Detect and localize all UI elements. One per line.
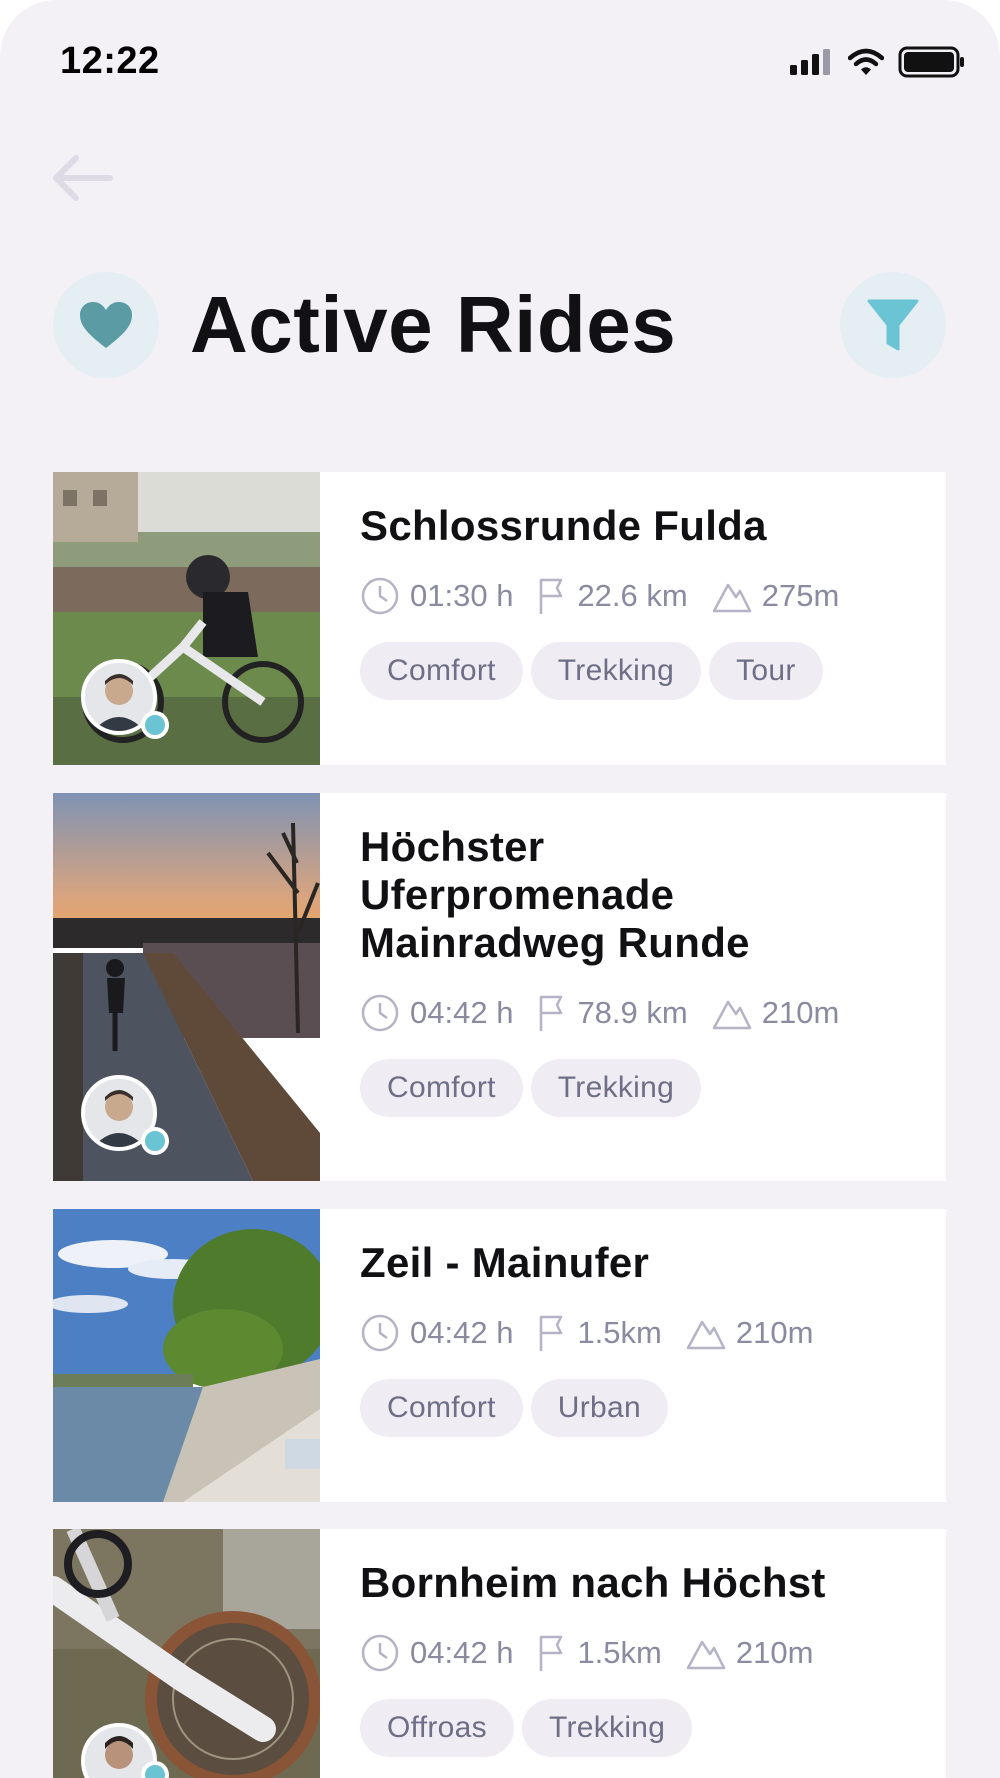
online-status-dot: [141, 711, 169, 739]
flag-icon: [540, 578, 563, 614]
status-icons: [790, 46, 966, 78]
ride-elevation: 210m: [761, 995, 840, 1030]
ride-title: Höchster Uferpromenade Mainradweg Runde: [360, 823, 750, 966]
ride-tags: Offroas Trekking: [360, 1699, 946, 1757]
back-button[interactable]: [46, 142, 118, 214]
ride-photo: [53, 793, 320, 1181]
tag-chip[interactable]: Offroas: [360, 1699, 514, 1757]
filter-icon: [867, 299, 919, 351]
ride-card[interactable]: Schlossrunde Fulda 01:30 h 22.6 km 275m …: [53, 472, 946, 765]
ride-photo-riverbank: [53, 1209, 320, 1502]
mountain-icon: [686, 1320, 726, 1350]
ride-title: Schlossrunde Fulda: [360, 502, 767, 549]
signal-icon: [790, 49, 830, 75]
flag-icon: [540, 995, 563, 1031]
flag-icon: [540, 1635, 563, 1671]
mountain-icon: [712, 583, 751, 613]
mountain-icon: [712, 1000, 751, 1030]
heart-icon: [80, 302, 132, 348]
tag-chip[interactable]: Trekking: [530, 1059, 702, 1117]
ride-title: Zeil - Mainufer: [360, 1239, 650, 1286]
ride-elevation: 210m: [735, 1315, 814, 1350]
wifi-icon: [848, 48, 884, 75]
ride-tags: Comfort Trekking Tour: [360, 642, 946, 700]
online-status-dot: [141, 1127, 169, 1155]
tag-chip[interactable]: Urban: [530, 1379, 669, 1437]
ride-photo: [53, 1529, 320, 1778]
phone-screen: 12:22 Active Rides Schlossrunde Fulda 01…: [0, 0, 1000, 1778]
ride-elevation: 210m: [735, 1635, 814, 1670]
tag-chip[interactable]: Tour: [709, 642, 823, 700]
ride-duration: 04:42 h: [410, 995, 514, 1030]
page-title: Active Rides: [190, 280, 677, 369]
ride-distance: 1.5km: [577, 1635, 662, 1670]
ride-duration: 04:42 h: [410, 1315, 514, 1350]
tag-chip[interactable]: Comfort: [360, 1379, 523, 1437]
ride-card[interactable]: Zeil - Mainufer 04:42 h 1.5km 210m Comfo…: [53, 1209, 946, 1502]
ride-card[interactable]: Bornheim nach Höchst 04:42 h 1.5km 210m …: [53, 1529, 946, 1778]
tag-chip[interactable]: Trekking: [521, 1699, 693, 1757]
ride-photo: [53, 1209, 320, 1502]
clock-icon: [361, 1634, 399, 1672]
clock-icon: [361, 577, 399, 615]
ride-elevation: 275m: [761, 578, 840, 613]
clock-icon: [361, 1314, 399, 1352]
filter-button[interactable]: [840, 272, 946, 378]
ride-card[interactable]: Höchster Uferpromenade Mainradweg Runde …: [53, 793, 946, 1181]
tag-chip[interactable]: Comfort: [360, 642, 523, 700]
flag-icon: [540, 1315, 563, 1351]
favorites-badge[interactable]: [53, 272, 159, 378]
arrow-left-icon: [53, 155, 113, 201]
tag-chip[interactable]: Comfort: [360, 1059, 523, 1117]
battery-icon: [898, 46, 964, 78]
clock-icon: [361, 994, 399, 1032]
ride-stats: 04:42 h 1.5km 210m: [360, 1633, 946, 1673]
ride-stats: 04:42 h 78.9 km 210m: [360, 993, 946, 1033]
ride-distance: 78.9 km: [577, 995, 688, 1030]
ride-stats: 04:42 h 1.5km 210m: [360, 1313, 946, 1353]
status-time: 12:22: [60, 40, 160, 82]
ride-stats: 01:30 h 22.6 km 275m: [360, 576, 946, 616]
ride-duration: 04:42 h: [410, 1635, 514, 1670]
ride-tags: Comfort Trekking: [360, 1059, 946, 1117]
ride-duration: 01:30 h: [410, 578, 514, 613]
ride-tags: Comfort Urban: [360, 1379, 946, 1437]
ride-distance: 1.5km: [577, 1315, 662, 1350]
tag-chip[interactable]: Trekking: [530, 642, 702, 700]
ride-title: Bornheim nach Höchst: [360, 1559, 826, 1606]
mountain-icon: [686, 1640, 726, 1670]
ride-photo: [53, 472, 320, 765]
ride-distance: 22.6 km: [577, 578, 688, 613]
